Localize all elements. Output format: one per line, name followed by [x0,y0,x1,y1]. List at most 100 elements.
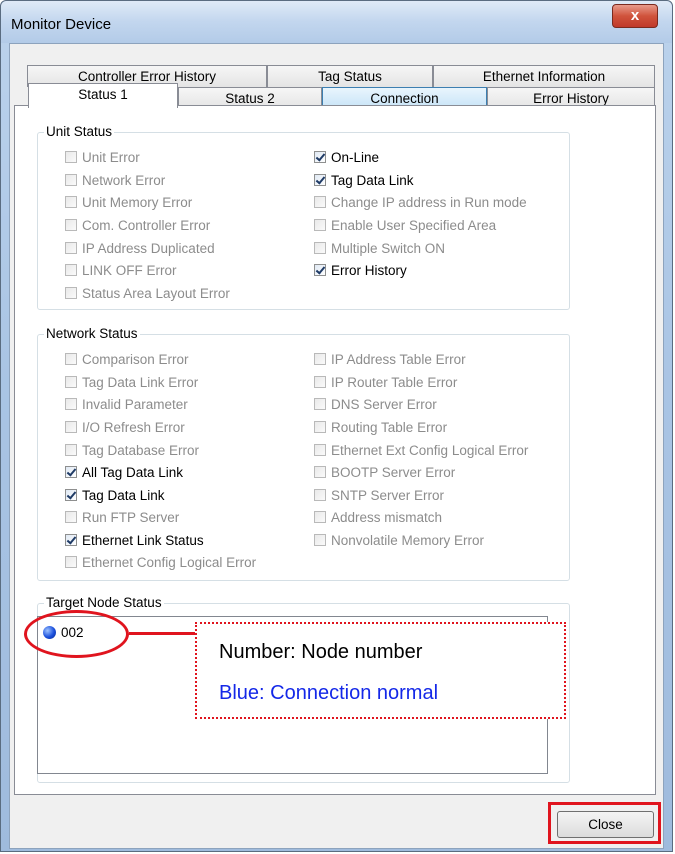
checkbox-ethernet-link-status[interactable]: Ethernet Link Status [65,530,204,550]
checkbox-label: Routing Table Error [331,419,448,435]
window-title: Monitor Device [11,16,112,33]
tab-status-1[interactable]: Status 1 [28,83,178,108]
checkbox-box[interactable] [314,151,326,163]
checkbox-enable-user-specified-area[interactable]: Enable User Specified Area [314,215,496,235]
checkbox-box[interactable] [65,444,77,456]
checkbox-dns-server-error[interactable]: DNS Server Error [314,394,437,414]
checkbox-label: IP Address Table Error [331,351,466,367]
checkbox-network-error[interactable]: Network Error [65,170,165,190]
checkbox-box[interactable] [314,489,326,501]
checkbox-label: IP Router Table Error [331,374,458,390]
checkbox-tag-data-link[interactable]: Tag Data Link [314,170,414,190]
checkbox-box[interactable] [65,353,77,365]
close-button[interactable]: Close [557,811,654,838]
checkbox-box[interactable] [314,242,326,254]
checkbox-box[interactable] [314,466,326,478]
checkbox-ethernet-config-logical-error[interactable]: Ethernet Config Logical Error [65,552,256,572]
checkbox-label: Unit Memory Error [82,194,193,210]
checkbox-status-area-layout-error[interactable]: Status Area Layout Error [65,283,230,303]
checkbox-com-controller-error[interactable]: Com. Controller Error [65,215,210,235]
checkbox-label: Address mismatch [331,509,443,525]
checkbox-invalid-parameter[interactable]: Invalid Parameter [65,394,188,414]
target-node-list[interactable]: 002 [37,616,548,774]
checkbox-error-history[interactable]: Error History [314,260,407,280]
checkbox-label: Tag Database Error [82,442,200,458]
checkbox-box[interactable] [314,264,326,276]
checkbox-label: Status Area Layout Error [82,285,230,301]
checkbox-change-ip-run-mode[interactable]: Change IP address in Run mode [314,192,527,212]
checkbox-box[interactable] [65,376,77,388]
checkbox-label: Change IP address in Run mode [331,194,527,210]
checkbox-all-tag-data-link[interactable]: All Tag Data Link [65,462,183,482]
checkbox-link-off-error[interactable]: LINK OFF Error [65,260,177,280]
checkbox-label: Ethernet Link Status [82,532,204,548]
checkbox-box[interactable] [65,421,77,433]
tab-ethernet-information[interactable]: Ethernet Information [433,65,655,87]
checkbox-box[interactable] [65,398,77,410]
checkbox-on-line[interactable]: On-Line [314,147,379,167]
checkbox-network-tag-data-link[interactable]: Tag Data Link [65,485,165,505]
checkbox-box[interactable] [65,556,77,568]
checkbox-box[interactable] [314,534,326,546]
checkbox-box[interactable] [314,353,326,365]
tab-tag-status[interactable]: Tag Status [267,65,433,87]
checkbox-box[interactable] [65,511,77,523]
checkbox-routing-table-error[interactable]: Routing Table Error [314,417,447,437]
checkbox-label: Unit Error [82,149,140,165]
checkbox-box[interactable] [314,511,326,523]
checkbox-box[interactable] [314,444,326,456]
checkbox-unit-error[interactable]: Unit Error [65,147,140,167]
checkbox-box[interactable] [65,151,77,163]
checkbox-box[interactable] [314,421,326,433]
checkbox-box[interactable] [314,376,326,388]
checkbox-run-ftp-server[interactable]: Run FTP Server [65,507,179,527]
checkbox-box[interactable] [65,219,77,231]
checkbox-ip-address-duplicated[interactable]: IP Address Duplicated [65,238,215,258]
monitor-device-window: Monitor Device x Controller Error Histor… [0,0,673,852]
checkbox-label: Nonvolatile Memory Error [331,532,485,548]
checkbox-label: Enable User Specified Area [331,217,497,233]
checkbox-io-refresh-error[interactable]: I/O Refresh Error [65,417,185,437]
checkbox-label: Run FTP Server [82,509,180,525]
checkbox-box[interactable] [65,264,77,276]
checkbox-comparison-error[interactable]: Comparison Error [65,349,189,369]
checkbox-label: BOOTP Server Error [331,464,456,480]
checkbox-label: Error History [331,262,407,278]
checkbox-box[interactable] [314,219,326,231]
network-status-title: Network Status [44,326,140,341]
window-close-button[interactable]: x [612,4,658,28]
checkbox-label: On-Line [331,149,380,165]
checkbox-label: Com. Controller Error [82,217,211,233]
checkbox-box[interactable] [65,242,77,254]
checkbox-box[interactable] [65,287,77,299]
checkbox-box[interactable] [65,534,77,546]
unit-status-title: Unit Status [44,124,115,139]
checkbox-address-mismatch[interactable]: Address mismatch [314,507,442,527]
checkbox-tag-data-link-error[interactable]: Tag Data Link Error [65,372,198,392]
checkbox-box[interactable] [314,398,326,410]
title-bar[interactable]: Monitor Device x [1,1,672,43]
checkbox-label: Comparison Error [82,351,189,367]
target-node-status-title: Target Node Status [44,595,164,610]
checkbox-label: I/O Refresh Error [82,419,185,435]
checkbox-ip-address-table-error[interactable]: IP Address Table Error [314,349,466,369]
checkbox-box[interactable] [65,196,77,208]
checkbox-nonvolatile-memory-error[interactable]: Nonvolatile Memory Error [314,530,484,550]
checkbox-label: Ethernet Ext Config Logical Error [331,442,529,458]
checkbox-bootp-server-error[interactable]: BOOTP Server Error [314,462,455,482]
checkbox-label: Invalid Parameter [82,396,188,412]
checkbox-box[interactable] [65,174,77,186]
checkbox-ip-router-table-error[interactable]: IP Router Table Error [314,372,457,392]
checkbox-box[interactable] [65,489,77,501]
checkbox-ethernet-ext-config-logical-error[interactable]: Ethernet Ext Config Logical Error [314,440,528,460]
checkbox-sntp-server-error[interactable]: SNTP Server Error [314,485,444,505]
checkbox-tag-database-error[interactable]: Tag Database Error [65,440,199,460]
checkbox-box[interactable] [65,466,77,478]
checkbox-box[interactable] [314,196,326,208]
node-item[interactable]: 002 [43,625,84,640]
checkbox-multiple-switch-on[interactable]: Multiple Switch ON [314,238,445,258]
checkbox-unit-memory-error[interactable]: Unit Memory Error [65,192,192,212]
checkbox-label: DNS Server Error [331,396,437,412]
checkbox-box[interactable] [314,174,326,186]
checkbox-label: Tag Data Link [82,487,165,503]
